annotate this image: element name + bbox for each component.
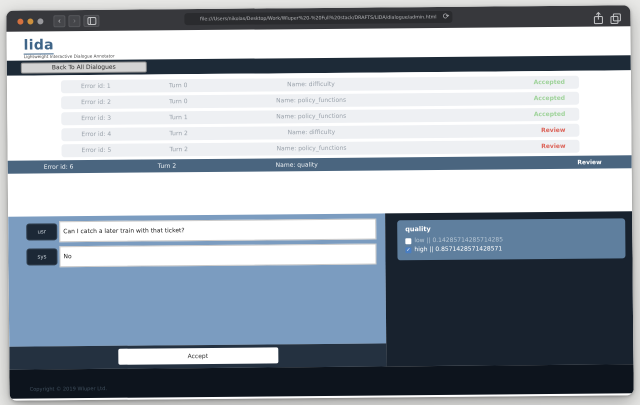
annotation-workspace: usr sys Accept quality bbox=[8, 211, 633, 369]
browser-toolbar-right bbox=[593, 9, 621, 28]
error-row-3[interactable]: Error id: 3 Turn 1 Name: policy_function… bbox=[61, 108, 579, 126]
dialogue-turns-panel: usr sys bbox=[8, 213, 386, 346]
quality-annotation-box: quality low || 0.14285714285714285 ✓ hig… bbox=[397, 218, 625, 260]
app-footer: Copyright © 2019 Wluper Ltd. bbox=[9, 364, 633, 398]
checkbox-unchecked-icon[interactable] bbox=[405, 238, 411, 244]
error-turn: Turn 2 bbox=[158, 162, 177, 169]
lida-logo: lida bbox=[24, 38, 54, 54]
option-label: high || 0.8571428571428571 bbox=[414, 245, 502, 253]
copyright-text: Copyright © 2019 Wluper Ltd. bbox=[30, 386, 107, 393]
error-name: Name: policy_functions bbox=[226, 96, 396, 104]
page-content: lida Lightweight Interactive Dialogue An… bbox=[6, 26, 633, 400]
address-bar[interactable]: file:///Users/nikolas/Desktop/Work/Wlupe… bbox=[184, 11, 452, 25]
back-icon[interactable]: ‹ bbox=[53, 15, 65, 27]
status-badge: Accepted bbox=[396, 95, 579, 104]
error-row-1[interactable]: Error id: 1 Turn 0 Name: difficulty Acce… bbox=[61, 76, 579, 94]
spacer bbox=[8, 168, 632, 216]
error-name: Name: difficulty bbox=[226, 80, 396, 88]
option-label: low || 0.14285714285714285 bbox=[414, 236, 503, 244]
error-id: Error id: 3 bbox=[61, 115, 146, 123]
usr-utterance-input[interactable] bbox=[59, 219, 376, 243]
share-icon[interactable] bbox=[593, 10, 603, 29]
tab-overview-icon[interactable] bbox=[610, 9, 621, 28]
zoom-window-button[interactable] bbox=[37, 18, 43, 24]
traffic-lights bbox=[17, 18, 43, 24]
error-turn: Turn 1 bbox=[146, 114, 226, 122]
speaker-label-sys: sys bbox=[26, 248, 57, 265]
status-badge: Accepted bbox=[396, 79, 579, 88]
error-row-2[interactable]: Error id: 2 Turn 0 Name: policy_function… bbox=[61, 92, 579, 110]
error-turn: Turn 0 bbox=[146, 98, 226, 106]
status-badge: Review bbox=[396, 143, 579, 152]
error-row-5[interactable]: Error id: 5 Turn 2 Name: policy_function… bbox=[61, 140, 579, 158]
url-text: file:///Users/nikolas/Desktop/Work/Wlupe… bbox=[200, 14, 437, 22]
error-name: Name: difficulty bbox=[226, 128, 396, 136]
quality-option-high[interactable]: ✓ high || 0.8571428571428571 bbox=[405, 244, 617, 253]
sidebar-icon[interactable] bbox=[83, 14, 99, 26]
error-id: Error id: 5 bbox=[62, 147, 147, 155]
reload-icon[interactable]: ⟳ bbox=[443, 12, 450, 21]
status-badge: Review bbox=[396, 127, 579, 136]
error-name: Name: policy_functions bbox=[226, 112, 396, 120]
dialogue-turn-sys: sys bbox=[26, 244, 376, 268]
browser-window: ‹ › file:///Users/nikolas/Desktop/Work/W… bbox=[6, 5, 633, 400]
close-window-button[interactable] bbox=[17, 18, 23, 24]
forward-icon[interactable]: › bbox=[68, 15, 80, 27]
error-name: Name: quality bbox=[276, 161, 318, 168]
accept-button[interactable]: Accept bbox=[118, 347, 278, 364]
error-turn: Turn 0 bbox=[146, 82, 226, 90]
desktop-background: ‹ › file:///Users/nikolas/Desktop/Work/W… bbox=[0, 0, 640, 405]
dialogue-turn-usr: usr bbox=[26, 219, 376, 243]
error-id: Error id: 6 bbox=[44, 163, 74, 170]
error-row-4[interactable]: Error id: 4 Turn 2 Name: difficulty Revi… bbox=[61, 124, 579, 142]
error-name: Name: policy_functions bbox=[226, 144, 396, 152]
annotation-title: quality bbox=[405, 223, 617, 233]
quality-option-low[interactable]: low || 0.14285714285714285 bbox=[405, 235, 617, 244]
back-to-all-dialogues-button[interactable]: Back To All Dialogues bbox=[21, 62, 147, 74]
checkbox-checked-icon[interactable]: ✓ bbox=[405, 247, 411, 253]
status-badge: Review bbox=[577, 159, 601, 166]
error-id: Error id: 4 bbox=[61, 131, 146, 139]
accept-bar: Accept bbox=[9, 343, 386, 369]
sys-utterance-input[interactable] bbox=[59, 244, 376, 268]
error-id: Error id: 2 bbox=[61, 99, 146, 107]
status-badge: Accepted bbox=[396, 111, 579, 120]
annotation-column: quality low || 0.14285714285714285 ✓ hig… bbox=[385, 211, 633, 366]
speaker-label-usr: usr bbox=[26, 223, 57, 240]
error-list: Error id: 1 Turn 0 Name: difficulty Acce… bbox=[7, 70, 632, 173]
browser-nav-buttons: ‹ › bbox=[53, 14, 99, 26]
error-id: Error id: 1 bbox=[61, 83, 146, 91]
error-turn: Turn 2 bbox=[146, 130, 226, 138]
dialogue-column: usr sys Accept bbox=[8, 213, 386, 369]
error-turn: Turn 2 bbox=[147, 146, 227, 154]
minimize-window-button[interactable] bbox=[27, 18, 33, 24]
